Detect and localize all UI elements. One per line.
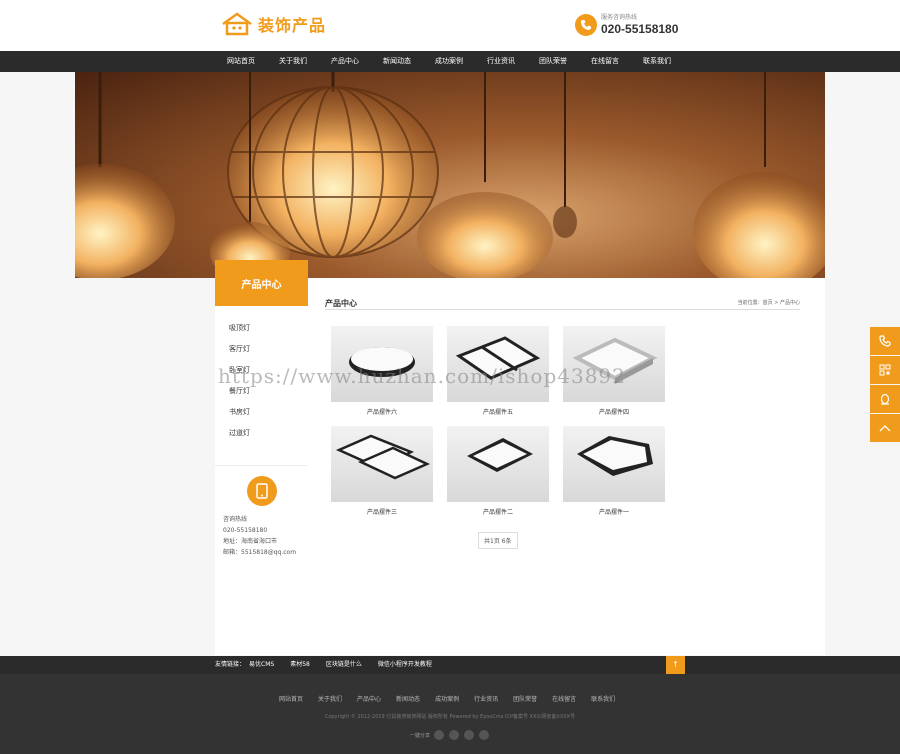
- product-name[interactable]: 产品摆件二: [447, 507, 549, 516]
- nav-item-home[interactable]: 网站首页: [215, 51, 267, 72]
- share-qzone-icon[interactable]: [449, 730, 460, 740]
- footer-nav-item[interactable]: 行业资讯: [474, 694, 498, 703]
- logo-house-icon: [222, 12, 252, 36]
- share-weibo-icon[interactable]: [434, 730, 445, 740]
- nav-item-industry[interactable]: 行业资讯: [475, 51, 527, 72]
- contact-phone: 020-55158180: [223, 527, 268, 534]
- nav-item-contact[interactable]: 联系我们: [631, 51, 683, 72]
- copyright: Copyright © 2012-2019 灯具装修装饰网站 版权所有 Powe…: [324, 714, 576, 720]
- hotline-number: 020-55158180: [601, 22, 679, 36]
- nav-item-message[interactable]: 在线留言: [579, 51, 631, 72]
- back-to-top-button[interactable]: ↑: [666, 656, 685, 674]
- sidebar-item-ceiling[interactable]: 吸顶灯: [215, 318, 308, 339]
- footer-nav-item[interactable]: 成功案例: [435, 694, 459, 703]
- header-hotline: 服务咨询热线 020-55158180: [575, 14, 678, 36]
- footer-nav-item[interactable]: 关于我们: [318, 694, 342, 703]
- product-image[interactable]: [331, 426, 433, 502]
- footer-nav-item[interactable]: 产品中心: [357, 694, 381, 703]
- floating-service-bar: [870, 327, 900, 443]
- share-more-icon[interactable]: [479, 730, 490, 740]
- pendant-lamps-image: [75, 72, 825, 278]
- friend-link[interactable]: 区块链是什么: [326, 656, 362, 674]
- product-name[interactable]: 产品摆件五: [447, 407, 549, 416]
- share-label: 一键分享: [410, 732, 431, 739]
- friend-link[interactable]: 素材58: [290, 656, 310, 674]
- product-name[interactable]: 产品摆件一: [563, 507, 665, 516]
- footer-nav-item[interactable]: 团队荣誉: [513, 694, 537, 703]
- product-name[interactable]: 产品摆件三: [331, 507, 433, 516]
- product-image[interactable]: [447, 426, 549, 502]
- page-title: 产品中心: [325, 299, 357, 308]
- sidebar-title: 产品中心: [215, 260, 308, 306]
- share-bar: 一键分享: [410, 730, 494, 740]
- phone-icon: [575, 14, 597, 36]
- sidebar: 产品中心 吸顶灯 客厅灯 卧室灯 餐厅灯 书房灯 过道灯 咨询热线 020-55…: [215, 260, 308, 655]
- site-header: 装饰产品 服务咨询热线 020-55158180: [0, 0, 900, 51]
- qrcode-icon[interactable]: [870, 356, 900, 384]
- sidebar-item-aisle[interactable]: 过道灯: [215, 423, 308, 444]
- product-card[interactable]: 产品摆件三: [331, 426, 433, 516]
- contact-email: 邮箱：5515818@qq.com: [223, 549, 297, 556]
- main-content: 产品中心 当前位置：首页 > 产品中心 产品摆件六 产品摆件五 产品摆件四 产品…: [308, 278, 825, 655]
- mobile-phone-icon: [246, 476, 277, 506]
- friend-links-bar: 友情链接： 易优CMS 素材58 区块链是什么 微信小程序开发教程 ↑: [0, 656, 900, 674]
- hero-banner: [75, 72, 825, 278]
- nav-item-about[interactable]: 关于我们: [267, 51, 319, 72]
- footer-nav-item[interactable]: 新闻动态: [396, 694, 420, 703]
- nav-item-news[interactable]: 新闻动态: [371, 51, 423, 72]
- friend-link[interactable]: 易优CMS: [249, 656, 274, 674]
- share-wechat-icon[interactable]: [464, 730, 475, 740]
- logo-text: 装饰产品: [258, 16, 327, 35]
- content-header: 产品中心 当前位置：首页 > 产品中心: [325, 298, 800, 310]
- site-footer: 网站首页 关于我们 产品中心 新闻动态 成功案例 行业资讯 团队荣誉 在线留言 …: [0, 674, 900, 754]
- phone-icon[interactable]: [870, 327, 900, 355]
- friend-links-label: 友情链接：: [215, 661, 246, 668]
- qq-icon[interactable]: [870, 385, 900, 413]
- site-logo[interactable]: 装饰产品: [220, 12, 326, 36]
- footer-nav-item[interactable]: 网站首页: [279, 694, 303, 703]
- sidebar-item-study[interactable]: 书房灯: [215, 402, 308, 423]
- product-card[interactable]: 产品摆件一: [563, 426, 665, 516]
- footer-nav-item[interactable]: 在线留言: [552, 694, 576, 703]
- nav-item-cases[interactable]: 成功案例: [423, 51, 475, 72]
- main-nav: 网站首页 关于我们 产品中心 新闻动态 成功案例 行业资讯 团队荣誉 在线留言 …: [0, 51, 900, 72]
- footer-nav-item[interactable]: 联系我们: [591, 694, 615, 703]
- breadcrumb[interactable]: 当前位置：首页 > 产品中心: [738, 299, 800, 306]
- nav-item-honor[interactable]: 团队荣誉: [527, 51, 579, 72]
- product-name[interactable]: 产品摆件四: [563, 407, 665, 416]
- footer-nav: 网站首页 关于我们 产品中心 新闻动态 成功案例 行业资讯 团队荣誉 在线留言 …: [279, 694, 630, 703]
- friend-link[interactable]: 微信小程序开发教程: [378, 656, 432, 674]
- contact-hotline-label: 咨询热线: [223, 516, 248, 523]
- hotline-label: 服务咨询热线: [601, 14, 638, 21]
- nav-item-products[interactable]: 产品中心: [319, 51, 371, 72]
- contact-address: 地址：海南省海口市: [223, 538, 278, 545]
- product-name[interactable]: 产品摆件六: [331, 407, 433, 416]
- product-image[interactable]: [563, 426, 665, 502]
- watermark: https://www.huzhan.com/ishop43892: [218, 364, 626, 388]
- pagination[interactable]: 共1页 6条: [478, 532, 518, 549]
- arrow-up-icon[interactable]: [870, 414, 900, 442]
- sidebar-item-living[interactable]: 客厅灯: [215, 339, 308, 360]
- sidebar-contact: 咨询热线 020-55158180 地址：海南省海口市 邮箱：5515818@q…: [215, 465, 308, 558]
- product-card[interactable]: 产品摆件二: [447, 426, 549, 516]
